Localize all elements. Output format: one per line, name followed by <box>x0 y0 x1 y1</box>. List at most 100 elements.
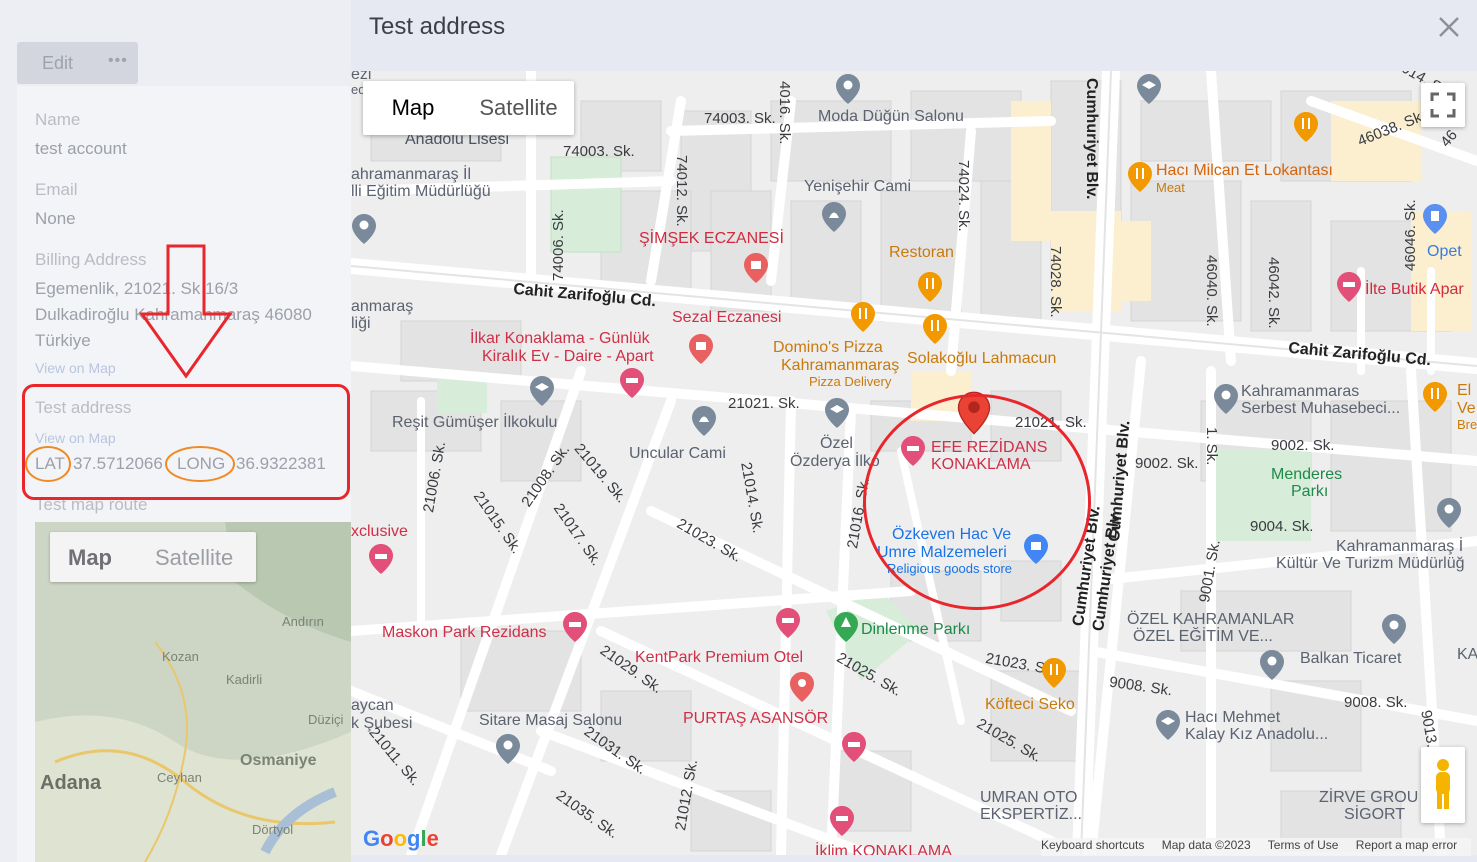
poi-label[interactable]: aycan <box>351 697 394 715</box>
billing-view-on-map-link[interactable]: View on Map <box>35 360 116 376</box>
poi-label[interactable]: Restoran <box>889 244 954 262</box>
google-map[interactable]: 74003. Sk. 74003. Sk. 4016. Sk. 74012. S… <box>351 71 1477 855</box>
restaurant-marker-icon[interactable] <box>1293 111 1319 143</box>
restaurant-marker-icon[interactable] <box>917 271 943 303</box>
poi-label[interactable]: Dinlenme Parkı <box>861 621 970 639</box>
poi-label[interactable]: Kalay Kız Anadolu... <box>1185 726 1328 744</box>
modal-title: Test address <box>369 13 506 40</box>
report-map-error-link[interactable]: Report a map error <box>1356 838 1457 852</box>
close-button[interactable] <box>1435 10 1463 42</box>
poi-label[interactable]: Köfteci Seko <box>985 696 1075 714</box>
poi-label[interactable]: xclusive <box>351 523 408 541</box>
restaurant-marker-icon[interactable] <box>1041 657 1067 689</box>
pharmacy-marker-icon[interactable] <box>688 333 714 365</box>
poi-label[interactable]: Hacı Mehmet <box>1185 709 1280 727</box>
poi-label[interactable]: Sitare Masaj Salonu <box>479 712 622 730</box>
poi-label[interactable]: Ve <box>1457 400 1476 418</box>
shop-marker-icon[interactable] <box>789 671 815 703</box>
place-marker-icon[interactable] <box>1213 383 1239 415</box>
restaurant-marker-icon[interactable] <box>1127 161 1153 193</box>
poi-label[interactable]: Reşit Gümüşer İlkokulu <box>392 414 557 432</box>
park-marker-icon[interactable] <box>833 611 859 643</box>
edit-button[interactable]: Edit <box>42 53 73 74</box>
poi-label[interactable]: Parkı <box>1291 483 1328 501</box>
poi-label[interactable]: Maskon Park Rezidans <box>382 624 547 642</box>
poi-label[interactable]: Kiralık Ev - Daire - Apart <box>482 348 654 366</box>
hotel-marker-icon[interactable] <box>1336 271 1362 303</box>
poi-label[interactable]: UMRAN OTO <box>980 789 1077 807</box>
poi-label[interactable]: KA <box>1457 646 1477 664</box>
poi-label[interactable]: Kültür Ve Turizm Müdürlüğ <box>1276 555 1465 573</box>
gas-station-marker-icon[interactable] <box>1422 203 1448 235</box>
poi-label[interactable]: Özel <box>820 435 853 453</box>
poi-label[interactable]: İlte Butik Apar <box>1365 281 1464 299</box>
hotel-marker-icon[interactable] <box>841 731 867 763</box>
pharmacy-marker-icon[interactable] <box>743 252 769 284</box>
poi-label[interactable]: Hacı Milcan Et Lokantası <box>1156 162 1333 180</box>
mini-satellite-tab[interactable]: Satellite <box>155 545 233 571</box>
hotel-marker-icon[interactable] <box>562 611 588 643</box>
place-marker-icon[interactable] <box>351 213 377 245</box>
poi-label[interactable]: liği <box>351 315 371 333</box>
hotel-marker-icon[interactable] <box>775 607 801 639</box>
place-marker-icon[interactable] <box>495 733 521 765</box>
poi-label[interactable]: El <box>1457 382 1471 400</box>
school-marker-icon[interactable] <box>1155 709 1181 741</box>
restaurant-marker-icon[interactable] <box>850 301 876 333</box>
poi-label[interactable]: ahramanmaraş İl <box>351 166 471 184</box>
poi-label[interactable]: İklim KONAKLAMA <box>815 843 952 855</box>
restaurant-marker-icon[interactable] <box>1422 381 1448 413</box>
restaurant-marker-icon[interactable] <box>922 313 948 345</box>
more-options-button[interactable]: ••• <box>108 52 128 70</box>
poi-label[interactable]: Opet <box>1427 243 1462 261</box>
poi-label[interactable]: Kahramanmaraş <box>781 357 899 375</box>
fullscreen-button[interactable] <box>1421 83 1465 127</box>
annotation-long-circle <box>165 446 235 482</box>
hotel-marker-icon[interactable] <box>368 543 394 575</box>
poi-label[interactable]: Uncular Cami <box>629 445 726 463</box>
keyboard-shortcuts-link[interactable]: Keyboard shortcuts <box>1041 838 1144 852</box>
poi-label[interactable]: Solakoğlu Lahmacun <box>907 350 1056 368</box>
poi-label[interactable]: Yenişehir Cami <box>804 178 911 196</box>
poi-label[interactable]: anmaraş <box>351 298 413 316</box>
poi-label[interactable]: Moda Düğün Salonu <box>818 108 964 126</box>
poi-label[interactable]: Özderya İlko <box>790 453 880 471</box>
mosque-marker-icon[interactable] <box>821 201 847 233</box>
poi-label[interactable]: k Şubesi <box>351 715 412 733</box>
poi-label[interactable]: ÖZEL KAHRAMANLAR <box>1127 611 1294 629</box>
place-marker-icon[interactable] <box>1436 497 1462 529</box>
poi-label[interactable]: Kahramanmaras <box>1241 383 1359 401</box>
poi-label[interactable]: Serbest Muhasebeci... <box>1241 400 1400 418</box>
school-marker-icon[interactable] <box>1136 73 1162 105</box>
map-type-satellite-button[interactable]: Satellite <box>463 81 574 135</box>
poi-label[interactable]: KentPark Premium Otel <box>635 649 803 667</box>
mini-map-tab[interactable]: Map <box>68 545 112 571</box>
poi-label[interactable]: ŞİMŞEK ECZANESİ <box>639 230 784 248</box>
poi-label[interactable]: Kahramanmaraş İ <box>1336 538 1463 556</box>
hotel-marker-icon[interactable] <box>829 805 855 837</box>
poi-label[interactable]: ÖZEL EĞİTİM VE... <box>1133 628 1273 646</box>
terms-of-use-link[interactable]: Terms of Use <box>1268 838 1339 852</box>
poi-label[interactable]: Sezal Eczanesi <box>672 309 781 327</box>
name-label: Name <box>35 110 81 129</box>
poi-label[interactable]: ZİRVE GROU <box>1319 789 1418 807</box>
poi-label[interactable]: SİGORT <box>1344 806 1405 824</box>
poi-label[interactable]: lli Eğitim Müdürlüğü <box>351 183 491 201</box>
poi-label[interactable]: Balkan Ticaret <box>1300 650 1401 668</box>
hotel-marker-icon[interactable] <box>619 367 645 399</box>
place-marker-icon[interactable] <box>1259 649 1285 681</box>
poi-label[interactable]: PURTAŞ ASANSÖR <box>683 710 828 728</box>
place-marker-icon[interactable] <box>1381 613 1407 645</box>
poi-label[interactable]: EKSPERTİZ... <box>980 806 1082 824</box>
poi-label[interactable]: Domino's Pizza <box>773 339 883 357</box>
poi-label[interactable]: İlkar Konaklama - Günlük <box>470 330 650 348</box>
street-view-pegman[interactable] <box>1421 747 1465 823</box>
place-marker-icon[interactable] <box>835 73 861 105</box>
poi-label[interactable]: Menderes <box>1271 466 1342 484</box>
map-type-map-button[interactable]: Map <box>363 81 463 135</box>
school-marker-icon[interactable] <box>824 397 850 429</box>
mosque-marker-icon[interactable] <box>691 405 717 437</box>
map-attribution-bar: Keyboard shortcuts Map data ©2023 Terms … <box>1041 838 1472 856</box>
school-marker-icon[interactable] <box>529 375 555 407</box>
mini-map-type-toggle[interactable]: Map Satellite <box>50 532 256 582</box>
